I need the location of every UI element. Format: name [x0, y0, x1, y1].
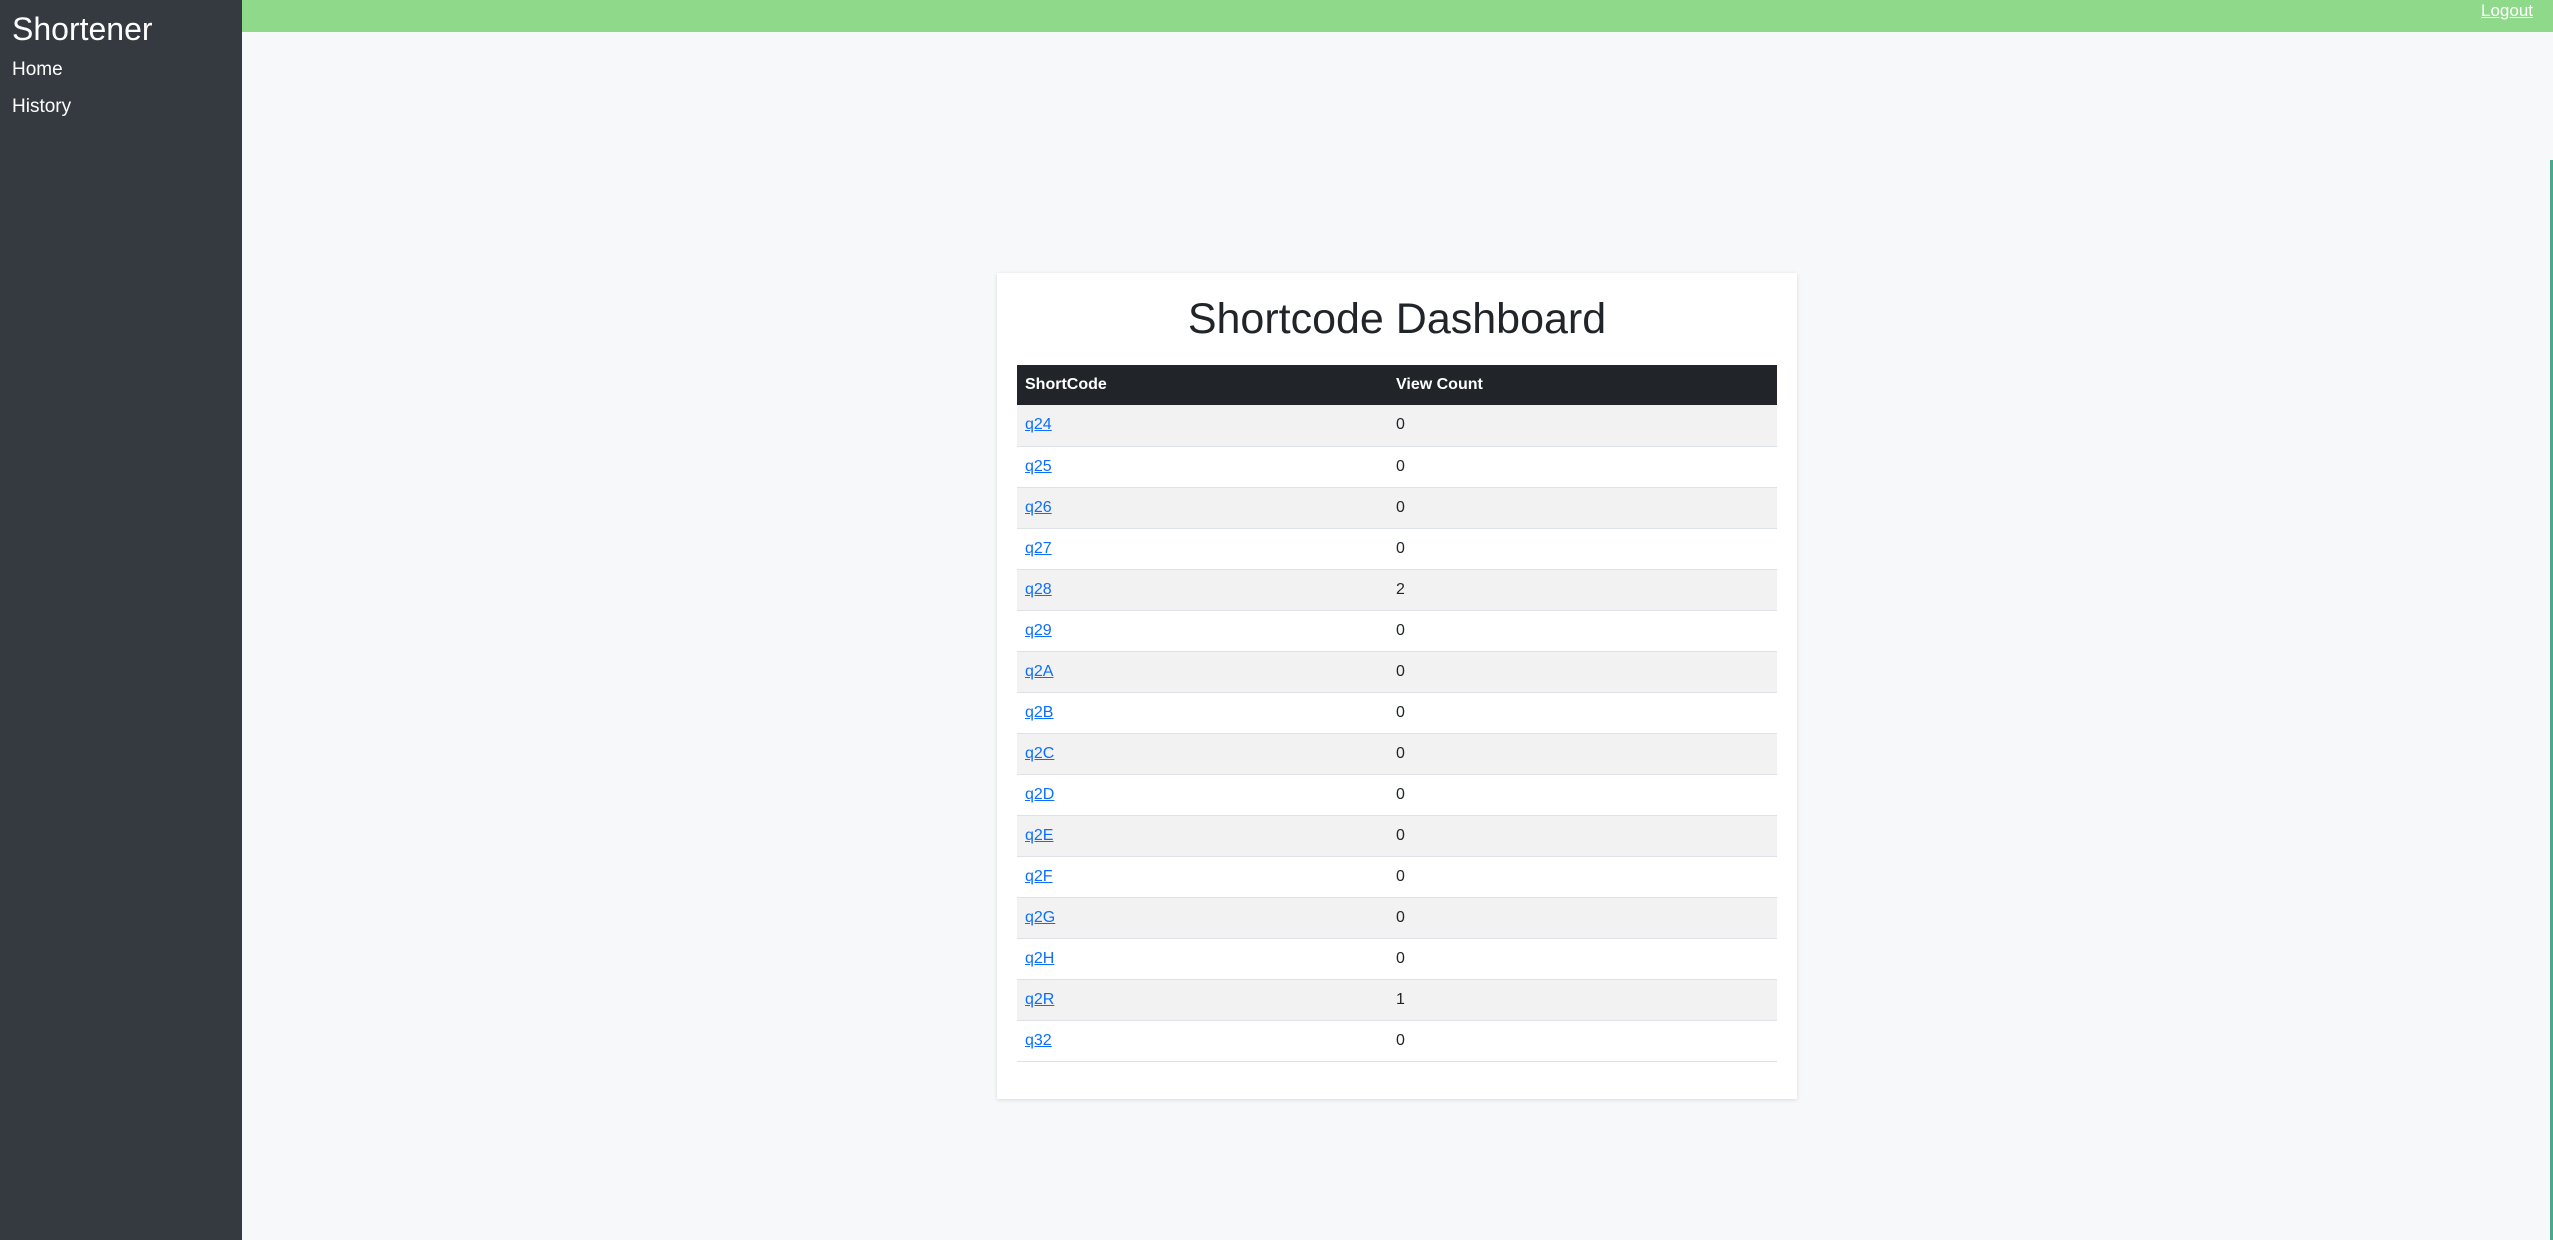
shortcode-cell: q28	[1017, 569, 1388, 610]
shortcode-link[interactable]: q2E	[1025, 827, 1053, 844]
view-count-cell: 0	[1396, 416, 1405, 434]
table-row: q32 0	[1017, 1020, 1777, 1061]
shortcode-cell: q2H	[1017, 938, 1388, 979]
shortcode-link[interactable]: q26	[1025, 499, 1052, 516]
shortcode-cell: q29	[1017, 610, 1388, 651]
table-row: q29 0	[1017, 610, 1777, 651]
shortcode-link[interactable]: q27	[1025, 540, 1052, 557]
shortcode-link[interactable]: q25	[1025, 458, 1052, 475]
shortcode-cell: q24	[1017, 405, 1388, 446]
brand-title[interactable]: Shortener	[12, 10, 153, 48]
shortcode-cell: q32	[1017, 1020, 1388, 1061]
table-row: q2D 0	[1017, 774, 1777, 815]
view-count-cell: 0	[1396, 744, 1405, 762]
view-count-cell: 0	[1396, 949, 1405, 967]
table-row: q27 0	[1017, 528, 1777, 569]
shortcode-cell: q2F	[1017, 856, 1388, 897]
table-row: q2A 0	[1017, 651, 1777, 692]
shortcode-cell: q2G	[1017, 897, 1388, 938]
sidebar: Shortener Home History	[0, 0, 242, 1240]
shortcode-table: ShortCode View Count q24 0 q25 0 q26 0 q27 0 q28…	[1017, 365, 1777, 1062]
table-row: q26 0	[1017, 487, 1777, 528]
view-count-cell: 2	[1396, 580, 1405, 598]
view-count-cell: 0	[1396, 1031, 1405, 1049]
shortcode-cell: q2D	[1017, 774, 1388, 815]
shortcode-link[interactable]: q32	[1025, 1032, 1052, 1049]
table-row: q25 0	[1017, 446, 1777, 487]
view-count-cell: 0	[1396, 498, 1405, 516]
view-count-cell: 0	[1396, 457, 1405, 475]
view-count-cell: 0	[1396, 662, 1405, 680]
shortcode-link[interactable]: q2D	[1025, 786, 1054, 803]
view-count-cell: 0	[1396, 785, 1405, 803]
table-header-row: ShortCode View Count	[1017, 365, 1777, 405]
sidebar-item-home[interactable]: Home	[12, 58, 63, 82]
shortcode-link[interactable]: q29	[1025, 622, 1052, 639]
shortcode-link[interactable]: q24	[1025, 416, 1052, 433]
shortcode-cell: q2B	[1017, 692, 1388, 733]
table-row: q28 2	[1017, 569, 1777, 610]
logout-link[interactable]: Logout	[2481, 1, 2533, 21]
view-count-cell: 0	[1396, 826, 1405, 844]
shortcode-link[interactable]: q2H	[1025, 950, 1054, 967]
table-row: q2G 0	[1017, 897, 1777, 938]
table-row: q2H 0	[1017, 938, 1777, 979]
table-row: q2R 1	[1017, 979, 1777, 1020]
table-row: q2E 0	[1017, 815, 1777, 856]
shortcode-cell: q2R	[1017, 979, 1388, 1020]
shortcode-link[interactable]: q28	[1025, 581, 1052, 598]
table-row: q24 0	[1017, 405, 1777, 446]
view-count-cell: 1	[1396, 990, 1405, 1008]
shortcode-cell: q2E	[1017, 815, 1388, 856]
view-count-cell: 0	[1396, 703, 1405, 721]
shortcode-cell: q2C	[1017, 733, 1388, 774]
sidebar-item-history[interactable]: History	[12, 95, 71, 119]
shortcode-cell: q26	[1017, 487, 1388, 528]
shortcode-link[interactable]: q2C	[1025, 745, 1054, 762]
view-count-cell: 0	[1396, 621, 1405, 639]
table-body: q24 0 q25 0 q26 0 q27 0 q28 2 q29 0 q2A 0 q2B 0 q2C 0 q2D 0…	[1017, 405, 1777, 1061]
shortcode-cell: q25	[1017, 446, 1388, 487]
table-row: q2F 0	[1017, 856, 1777, 897]
shortcode-cell: q2A	[1017, 651, 1388, 692]
table-row: q2C 0	[1017, 733, 1777, 774]
shortcode-link[interactable]: q2R	[1025, 991, 1054, 1008]
column-header-shortcode[interactable]: ShortCode	[1017, 365, 1388, 405]
column-header-view-count[interactable]: View Count	[1388, 365, 1777, 405]
view-count-cell: 0	[1396, 908, 1405, 926]
top-bar: Logout	[242, 0, 2553, 32]
shortcode-cell: q27	[1017, 528, 1388, 569]
view-count-cell: 0	[1396, 539, 1405, 557]
table-row: q2B 0	[1017, 692, 1777, 733]
dashboard-card: Shortcode Dashboard ShortCode View Count…	[997, 273, 1797, 1099]
shortcode-link[interactable]: q2B	[1025, 704, 1053, 721]
page-title: Shortcode Dashboard	[1187, 295, 1607, 343]
view-count-cell: 0	[1396, 867, 1405, 885]
shortcode-link[interactable]: q2A	[1025, 663, 1053, 680]
shortcode-link[interactable]: q2F	[1025, 868, 1053, 885]
shortcode-link[interactable]: q2G	[1025, 909, 1055, 926]
